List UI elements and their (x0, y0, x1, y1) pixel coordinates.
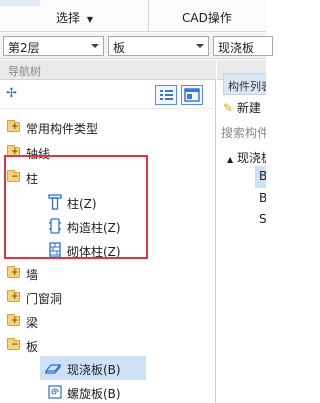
tree-folder-beam[interactable]: + 梁 (0, 309, 216, 333)
list-view-button[interactable] (155, 85, 177, 105)
panel-view-button[interactable] (181, 85, 203, 105)
tree-folder-openings[interactable]: + 门窗洞 (0, 285, 216, 309)
new-icon: ✎ (223, 101, 234, 115)
tree-folder-slab[interactable]: − 板 (0, 333, 216, 357)
folder-icon: + (7, 120, 20, 132)
component-type-select[interactable]: 板 (108, 36, 209, 56)
floor-select-value: 第2层 (8, 41, 40, 55)
cad-menu-label: CAD操作 (182, 11, 232, 25)
panel-icon (184, 88, 200, 102)
folder-icon: + (7, 266, 20, 278)
tree-folder-wall[interactable]: + 墙 (0, 261, 216, 285)
folder-open-icon: − (7, 338, 20, 350)
component-row[interactable]: S (259, 212, 266, 226)
cad-menu[interactable]: CAD操作 (182, 9, 232, 26)
ribbon-divider (148, 0, 149, 32)
component-list-tab[interactable]: 构件列表 (223, 73, 266, 95)
component-type-value: 板 (113, 41, 126, 55)
tree-leaf-cast-slab[interactable]: 现浇板(B) (40, 356, 146, 380)
folder-icon: + (7, 290, 20, 302)
folder-icon: + (7, 314, 20, 326)
tree-item-label: 墙 (26, 268, 39, 282)
tree-leaf-spiral-slab[interactable]: 螺旋板(B) (0, 380, 216, 403)
tree-item-label: 板 (26, 340, 39, 354)
tree-item-label: 现浇板(B) (67, 363, 121, 377)
component-search-input[interactable]: 搜索构件 (221, 124, 266, 141)
selector-row: 第2层 板 现浇板 (0, 33, 273, 59)
ribbon-highlight (0, 0, 40, 6)
component-tree-root[interactable]: ▲ 现浇板 (227, 149, 266, 166)
ribbon-bar: 选择 ▼ CAD操作 (0, 0, 266, 32)
subtype-value: 现浇板 (218, 41, 255, 55)
nav-panel-title: 导航树 (0, 60, 216, 80)
add-icon[interactable]: ✢ (6, 86, 17, 101)
nav-toolbar: ✢ (0, 81, 216, 109)
component-row[interactable]: B (259, 191, 266, 205)
component-tree-root-label: 现浇板 (236, 151, 266, 165)
chevron-down-icon (196, 44, 204, 48)
spiral-slab-icon (48, 385, 62, 399)
component-list-panel: 构件列表 ✎ 新建 搜索构件 ▲ 现浇板 B B S (217, 60, 266, 403)
list-icon (160, 90, 173, 100)
chevron-down-icon (91, 44, 99, 48)
select-menu-label: 选择 (56, 11, 81, 25)
tree-folder-common[interactable]: + 常用构件类型 (0, 115, 216, 139)
subtype-select[interactable]: 现浇板 (213, 36, 273, 56)
new-component-button[interactable]: ✎ 新建 (223, 99, 261, 116)
chevron-down-icon: ▼ (86, 15, 93, 24)
tree-item-label: 梁 (26, 316, 39, 330)
tree-item-label: 螺旋板(B) (67, 387, 121, 401)
cast-slab-icon (45, 364, 61, 374)
tree-item-label: 常用构件类型 (26, 122, 99, 136)
collapse-icon: ▲ (227, 155, 234, 164)
tree-item-label: 门窗洞 (26, 292, 63, 306)
select-menu[interactable]: 选择 ▼ (56, 9, 93, 26)
floor-select[interactable]: 第2层 (3, 36, 104, 56)
new-component-label: 新建 (236, 101, 261, 115)
column-group-highlight-box (4, 155, 148, 259)
component-row[interactable]: B (259, 169, 266, 183)
